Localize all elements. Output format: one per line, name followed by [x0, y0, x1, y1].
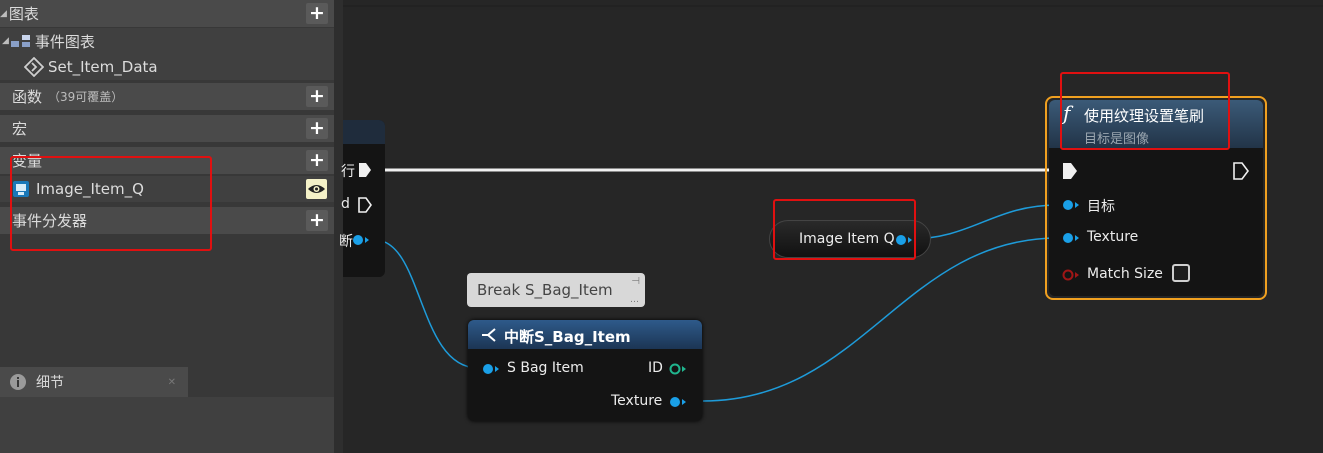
macros-section-header[interactable]: 宏 + — [0, 115, 334, 142]
break-output-texture-label: Texture — [611, 393, 663, 409]
data-wire-bag-item — [374, 239, 479, 369]
details-tab[interactable]: 细节 ✕ — [0, 367, 188, 397]
break-comment-text: Break S_Bag_Item — [477, 281, 613, 299]
exec-out-pin-icon[interactable] — [358, 197, 372, 213]
left-node-header — [343, 120, 385, 144]
func-pin-target-label: 目标 — [1087, 199, 1115, 215]
match-size-checkbox[interactable] — [1172, 264, 1190, 282]
add-macro-button[interactable]: + — [306, 118, 328, 139]
graphs-section-label: 图表 — [8, 5, 39, 23]
annotation-box-func-title — [1060, 72, 1230, 150]
exec-in-pin-icon[interactable] — [1062, 162, 1078, 180]
graphs-section-header[interactable]: ◢ 图表 + — [0, 0, 334, 27]
left-node-pin2-label: d — [341, 196, 350, 212]
texture-in-pin-icon[interactable] — [1062, 232, 1080, 244]
event-graph-item[interactable]: ◢ 事件图表 — [0, 28, 334, 54]
annotation-box-variables — [10, 156, 212, 251]
function-diamond-icon — [24, 57, 44, 77]
left-node-pin1-label: 行 — [341, 164, 355, 180]
details-tab-label: 细节 — [36, 375, 64, 391]
macros-section-label: 宏 — [12, 120, 28, 138]
set-item-data-item[interactable]: Set_Item_Data — [0, 54, 334, 80]
break-output-id-label: ID — [648, 360, 663, 376]
panel-splitter[interactable] — [334, 0, 343, 453]
break-input-label: S Bag Item — [507, 360, 584, 376]
functions-section-label: 函数 — [12, 88, 43, 106]
event-graph-label: 事件图表 — [34, 32, 95, 51]
bool-in-pin-icon[interactable] — [1062, 269, 1080, 281]
struct-in-pin-icon[interactable] — [482, 363, 500, 375]
functions-section-header[interactable]: 函数 （39可覆盖） + — [0, 83, 334, 110]
set-item-data-label: Set_Item_Data — [48, 58, 158, 76]
id-out-pin-icon[interactable] — [669, 363, 687, 375]
left-node-pin3-label: 断 — [339, 234, 353, 250]
func-pin-match-size-label: Match Size — [1087, 266, 1163, 282]
target-in-pin-icon[interactable] — [1062, 199, 1080, 211]
add-variable-button[interactable]: + — [306, 150, 328, 171]
func-pin-texture-label: Texture — [1087, 229, 1139, 245]
collapse-triangle-icon[interactable]: ◢ — [0, 9, 7, 19]
more-dots-icon[interactable]: … — [630, 295, 639, 305]
collapse-triangle-icon[interactable]: ◢ — [2, 36, 9, 46]
visibility-eye-button[interactable] — [306, 179, 327, 199]
event-graph-icon — [10, 35, 30, 47]
eye-icon — [308, 185, 325, 193]
info-icon — [10, 374, 26, 390]
pin-comment-icon[interactable]: ⊣ — [631, 276, 640, 287]
tab-close-icon[interactable]: ✕ — [168, 377, 176, 388]
annotation-box-var-node — [773, 199, 916, 260]
functions-override-note: （39可覆盖） — [48, 90, 124, 104]
add-graph-button[interactable]: + — [306, 3, 328, 24]
data-wire-target — [908, 204, 1059, 240]
add-dispatcher-button[interactable]: + — [306, 210, 328, 231]
details-panel-body — [0, 397, 334, 453]
break-node-title: 中断S_Bag_Item — [504, 328, 631, 346]
exec-out-pin-icon[interactable] — [1233, 162, 1249, 180]
data-wire-texture — [702, 237, 1059, 402]
struct-out-pin-icon[interactable] — [352, 234, 370, 246]
add-function-button[interactable]: + — [306, 86, 328, 107]
exec-out-pin-icon[interactable] — [358, 162, 372, 178]
texture-out-pin-icon[interactable] — [669, 396, 687, 408]
break-struct-icon — [482, 328, 496, 342]
break-node-comment-bubble[interactable]: Break S_Bag_Item ⊣ … — [467, 273, 645, 307]
